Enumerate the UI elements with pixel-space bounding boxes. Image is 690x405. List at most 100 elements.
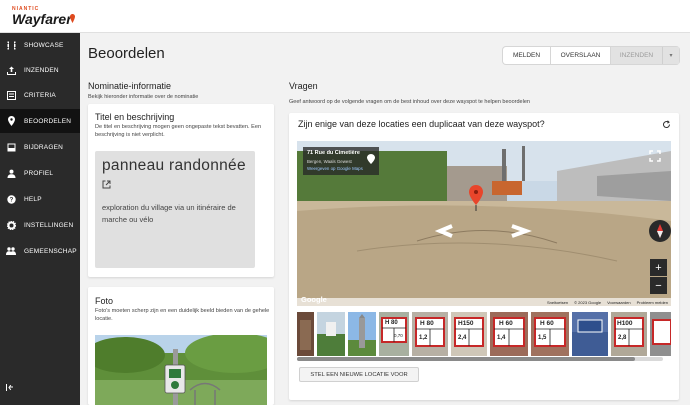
title-description-card: Titel en beschrijving De titel en beschr… xyxy=(88,104,274,277)
keyboard-shortcuts-link[interactable]: Sneltoetsen xyxy=(547,300,568,305)
sidebar-item-bijdragen[interactable]: BIJDRAGEN xyxy=(0,135,80,159)
photo-card-heading: Foto xyxy=(95,296,114,306)
title-card-heading: Titel en beschrijving xyxy=(95,112,175,122)
sign-sublabel: 1,4 xyxy=(497,335,506,341)
candidate-thumbnail[interactable] xyxy=(348,312,376,356)
review-actions: MELDEN OVERSLAAN INZENDEN ▾ xyxy=(503,47,679,64)
sign-label: H150 xyxy=(458,320,474,327)
sidebar-item-label: BEOORDELEN xyxy=(24,117,72,125)
pin-logo-icon xyxy=(70,14,75,23)
refresh-icon[interactable] xyxy=(662,120,671,129)
sidebar-item-beoordelen[interactable]: BEOORDELEN xyxy=(0,109,80,133)
candidate-thumbnail[interactable] xyxy=(650,312,671,356)
sign-label: H 60 xyxy=(540,320,554,327)
thumbnail-scrollbar-thumb[interactable] xyxy=(297,357,635,361)
questions-heading: Vragen xyxy=(289,81,318,91)
fullscreen-icon[interactable] xyxy=(649,149,661,162)
upload-icon xyxy=(6,65,16,75)
candidate-thumbnail[interactable]: H 60 1,5 xyxy=(531,312,569,356)
candidate-thumbnail[interactable] xyxy=(297,312,314,356)
sign-label: H 80 xyxy=(385,320,398,326)
nomination-text-box: panneau randonnée exploration du village… xyxy=(95,151,255,268)
wayfarer-logo[interactable]: NIANTIC Wayfarer xyxy=(12,6,75,27)
gear-icon xyxy=(6,220,16,230)
sidebar-item-help[interactable]: ? HELP xyxy=(0,187,80,211)
sidebar-item-label: CRITERIA xyxy=(24,91,56,99)
candidate-thumbnail[interactable] xyxy=(572,312,608,356)
copyright-text: © 2023 Google xyxy=(574,300,602,305)
inbox-icon xyxy=(6,142,16,152)
candidate-thumbnail[interactable]: H100 2,8 xyxy=(611,312,647,356)
report-problem-link[interactable]: Probleem melden xyxy=(637,300,668,305)
sidebar-item-instellingen[interactable]: INSTELLINGEN xyxy=(0,213,80,237)
streetview-footer: Sneltoetsen © 2023 Google Voorwaarden Pr… xyxy=(297,298,671,306)
collapse-icon[interactable] xyxy=(6,384,14,393)
sign-label: H 60 xyxy=(499,320,513,327)
zoom-out-button[interactable]: − xyxy=(650,277,667,294)
questions-subheading: Geef antwoord op de volgende vragen om d… xyxy=(289,99,530,105)
sign-sublabel: 1,2 xyxy=(419,335,428,341)
external-link-icon[interactable] xyxy=(102,180,111,189)
google-maps-link[interactable]: Weergeven op Google Maps xyxy=(307,166,363,171)
photo-card: Foto Foto's moeten scherp zijn en een du… xyxy=(88,287,274,405)
sign-sublabel: 0,70 xyxy=(394,333,403,338)
compass-icon[interactable] xyxy=(649,220,671,242)
candidate-thumbnail[interactable] xyxy=(317,312,345,356)
streetview-panorama[interactable]: 71 Rue du Cimetière Bergen, Waals Gewest… xyxy=(297,141,671,306)
chevron-down-icon: ▾ xyxy=(669,53,673,59)
submit-button[interactable]: INZENDEN xyxy=(611,47,663,64)
sidebar-item-label: PROFIEL xyxy=(24,169,54,177)
sign-label: H 80 xyxy=(420,320,434,327)
brand-name-label: Wayfarer xyxy=(12,11,72,27)
person-icon xyxy=(6,168,16,178)
sidebar-item-criteria[interactable]: CRITERIA xyxy=(0,83,80,107)
candidate-thumbnail[interactable]: H 80 0,70 xyxy=(379,312,409,356)
sidebar: SHOWCASE INZENDEN CRITERIA BEOORDELEN BI… xyxy=(0,33,80,405)
sidebar-item-inzenden[interactable]: INZENDEN xyxy=(0,58,80,82)
skip-button[interactable]: OVERSLAAN xyxy=(551,47,611,64)
terms-link[interactable]: Voorwaarden xyxy=(607,300,631,305)
help-icon: ? xyxy=(6,194,16,204)
film-icon xyxy=(6,40,16,50)
sign-sublabel: 2,4 xyxy=(458,335,467,341)
page-title: Beoordelen xyxy=(88,45,165,62)
sign-sublabel: 1,5 xyxy=(538,335,547,341)
top-bar: NIANTIC Wayfarer xyxy=(0,0,690,33)
streetview-location-icon[interactable] xyxy=(367,151,375,164)
duplicate-question-title: Zijn enige van deze locaties een duplica… xyxy=(298,119,545,129)
svg-text:?: ? xyxy=(9,197,13,203)
report-button[interactable]: MELDEN xyxy=(503,47,551,64)
candidate-thumbnail[interactable]: H 60 1,4 xyxy=(490,312,528,356)
sidebar-item-label: BIJDRAGEN xyxy=(24,143,64,151)
sidebar-item-showcase[interactable]: SHOWCASE xyxy=(0,33,80,57)
duplicate-question-card: Zijn enige van deze locaties een duplica… xyxy=(289,113,679,400)
nomination-title: panneau randonnée xyxy=(102,157,246,174)
streetview-place: 71 Rue du Cimetière xyxy=(307,150,360,156)
duplicate-candidates: H 80 0,70 H 80 1,2 H150 2,4 H 60 1,4 H 6… xyxy=(297,312,671,362)
submit-options-button[interactable]: ▾ xyxy=(663,47,679,64)
pin-icon xyxy=(6,116,16,126)
sidebar-item-label: INSTELLINGEN xyxy=(24,221,74,229)
sidebar-item-label: GEMEENSCHAP xyxy=(24,247,77,255)
sidebar-item-label: INZENDEN xyxy=(24,66,59,74)
zoom-in-button[interactable]: + xyxy=(650,259,667,276)
sidebar-item-label: HELP xyxy=(24,195,42,203)
nomination-photo[interactable] xyxy=(95,335,267,405)
people-icon xyxy=(6,246,16,256)
nomination-description: exploration du village via un itinéraire… xyxy=(102,203,236,224)
sidebar-item-gemeenschap[interactable]: GEMEENSCHAP xyxy=(0,239,80,263)
list-icon xyxy=(6,90,16,100)
sign-label: H100 xyxy=(617,320,633,327)
suggest-new-location-button[interactable]: STEL EEN NIEUWE LOCATIE VOOR xyxy=(299,367,419,382)
sidebar-item-profiel[interactable]: PROFIEL xyxy=(0,161,80,185)
candidate-thumbnail[interactable]: H150 2,4 xyxy=(451,312,487,356)
streetview-region: Bergen, Waals Gewest xyxy=(307,159,352,164)
photo-card-help: Foto's moeten scherp zijn en een duideli… xyxy=(95,308,270,322)
title-card-help: De titel en beschrijving mogen geen onge… xyxy=(95,124,262,138)
streetview-footer-links: Sneltoetsen © 2023 Google Voorwaarden Pr… xyxy=(547,300,668,305)
nomination-heading: Nominatie-informatie xyxy=(88,81,172,91)
nomination-subheading: Bekijk hieronder informatie over de nomi… xyxy=(88,94,199,100)
sidebar-item-label: SHOWCASE xyxy=(24,41,64,49)
candidate-thumbnail[interactable]: H 80 1,2 xyxy=(412,312,448,356)
sign-sublabel: 2,8 xyxy=(618,335,627,341)
